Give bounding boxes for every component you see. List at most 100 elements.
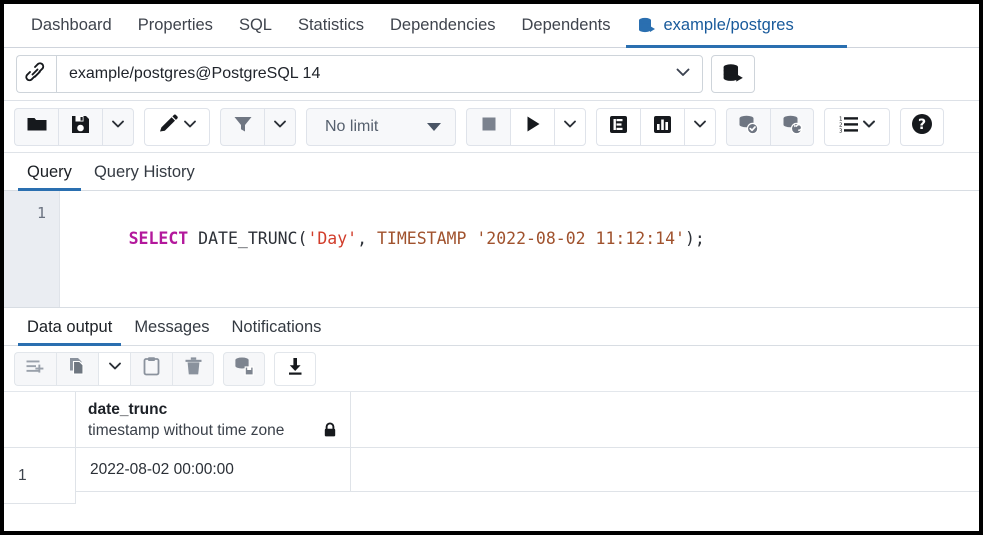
commit-button[interactable]: [726, 108, 770, 146]
save-floppy-icon: [70, 114, 91, 140]
tab-label: Statistics: [298, 16, 364, 35]
download-csv-icon: [285, 356, 306, 382]
tab-dependents[interactable]: Dependents: [509, 4, 624, 47]
sql-token-comma: ,: [357, 229, 367, 248]
save-file-button[interactable]: [58, 108, 102, 146]
tab-label: Notifications: [232, 318, 322, 336]
row-limit-label: No limit: [325, 118, 378, 136]
chevron-down-icon: [110, 116, 126, 137]
rollback-button[interactable]: [770, 108, 814, 146]
tab-dependencies[interactable]: Dependencies: [377, 4, 509, 47]
tab-sql[interactable]: SQL: [226, 4, 285, 47]
tab-label: Query History: [94, 163, 195, 181]
connect-database-button[interactable]: [711, 55, 755, 93]
sql-token-space3: [466, 229, 476, 248]
connection-select[interactable]: example/postgres@PostgreSQL 14: [56, 55, 703, 93]
editor-line-gutter: 1: [4, 191, 60, 307]
sql-token-paren-open: (: [298, 229, 308, 248]
copy-icon: [67, 356, 88, 382]
tab-data-output[interactable]: Data output: [16, 318, 123, 345]
row-limit-select[interactable]: No limit: [306, 108, 456, 146]
chevron-down-icon: [182, 116, 198, 137]
save-data-group: [223, 352, 265, 386]
edit-button[interactable]: [144, 108, 210, 146]
filter-button[interactable]: [220, 108, 264, 146]
tab-label: Dependencies: [390, 16, 496, 35]
database-icon: [637, 16, 657, 36]
macros-button[interactable]: 1 2 3: [824, 108, 890, 146]
tab-messages[interactable]: Messages: [123, 318, 220, 345]
sql-token-type-timestamp: TIMESTAMP: [377, 229, 466, 248]
explain-button[interactable]: [596, 108, 640, 146]
grid-header-row: date_trunc timestamp without time zone: [4, 392, 979, 448]
connection-bar: example/postgres@PostgreSQL 14: [4, 48, 979, 101]
save-data-changes-icon: [233, 355, 255, 382]
pencil-edit-icon: [157, 113, 179, 140]
download-group: [274, 352, 316, 386]
connection-link-icon: [16, 55, 56, 93]
execute-dropdown[interactable]: [554, 108, 586, 146]
tab-label: Data output: [27, 318, 112, 336]
sql-token-string-day: 'Day': [307, 229, 357, 248]
svg-text:?: ?: [918, 117, 926, 133]
lock-icon: [322, 422, 338, 443]
output-panel-tabs: Data output Messages Notifications: [4, 308, 979, 346]
filter-dropdown[interactable]: [264, 108, 296, 146]
chevron-down-icon: [692, 116, 708, 137]
pgadmin-query-tool-window: Dashboard Properties SQL Statistics Depe…: [4, 4, 979, 531]
download-csv-button[interactable]: [274, 352, 316, 386]
explain-analyze-button[interactable]: [640, 108, 684, 146]
help-button-group: ?: [900, 108, 944, 146]
tab-query[interactable]: Query: [16, 163, 83, 190]
row-number-cell: 1: [4, 448, 76, 504]
filter-funnel-icon: [232, 113, 254, 140]
sql-token-semicolon: ;: [695, 229, 705, 248]
tab-label: Dashboard: [31, 16, 112, 35]
delete-row-button[interactable]: [172, 352, 214, 386]
tab-statistics[interactable]: Statistics: [285, 4, 377, 47]
chevron-down-icon: [272, 116, 288, 137]
sql-code-area[interactable]: SELECT DATE_TRUNC('Day', TIMESTAMP '2022…: [60, 191, 979, 307]
play-execute-icon: [523, 114, 543, 139]
tab-properties[interactable]: Properties: [125, 4, 226, 47]
tab-query-history[interactable]: Query History: [83, 163, 206, 190]
table-row[interactable]: 1 2022-08-02 00:00:00: [4, 448, 979, 492]
explain-chart-icon: [652, 114, 673, 140]
save-file-dropdown[interactable]: [102, 108, 134, 146]
sql-editor[interactable]: 1 SELECT DATE_TRUNC('Day', TIMESTAMP '20…: [4, 191, 979, 308]
save-data-changes-button[interactable]: [223, 352, 265, 386]
copy-button[interactable]: [56, 352, 98, 386]
sql-token-space: [188, 229, 198, 248]
paste-clipboard-icon: [141, 356, 162, 382]
tab-query-editor-example-postgres[interactable]: example/postgres: [624, 4, 807, 47]
add-row-icon: [25, 356, 46, 382]
sql-token-paren-close: ): [685, 229, 695, 248]
macros-button-group: 1 2 3: [824, 108, 890, 146]
column-type: timestamp without time zone: [88, 420, 340, 441]
sql-token-keyword: SELECT: [129, 229, 189, 248]
execute-query-button[interactable]: [510, 108, 554, 146]
add-row-button[interactable]: [14, 352, 56, 386]
chevron-down-icon: [107, 358, 123, 379]
grid-column-header-date-trunc[interactable]: date_trunc timestamp without time zone: [76, 392, 351, 448]
help-question-icon: ?: [910, 112, 934, 141]
chevron-down-icon: [674, 63, 692, 86]
tab-notifications[interactable]: Notifications: [221, 318, 333, 345]
open-file-button[interactable]: [14, 108, 58, 146]
grid-header-filler: [351, 392, 979, 448]
explain-e-icon: [608, 114, 629, 140]
tab-dashboard[interactable]: Dashboard: [18, 4, 125, 47]
grid-cell-date-trunc[interactable]: 2022-08-02 00:00:00: [76, 448, 351, 492]
paste-button[interactable]: [130, 352, 172, 386]
query-tool-toolbar: No limit: [4, 101, 979, 153]
execute-button-group: [466, 108, 586, 146]
help-button[interactable]: ?: [900, 108, 944, 146]
delete-trash-icon: [183, 356, 204, 382]
stop-query-button[interactable]: [466, 108, 510, 146]
chevron-down-icon: [861, 116, 877, 137]
copy-dropdown[interactable]: [98, 352, 130, 386]
explain-dropdown[interactable]: [684, 108, 716, 146]
transaction-button-group: [726, 108, 814, 146]
edit-button-group: [144, 108, 210, 146]
grid-row-filler: [351, 448, 979, 492]
